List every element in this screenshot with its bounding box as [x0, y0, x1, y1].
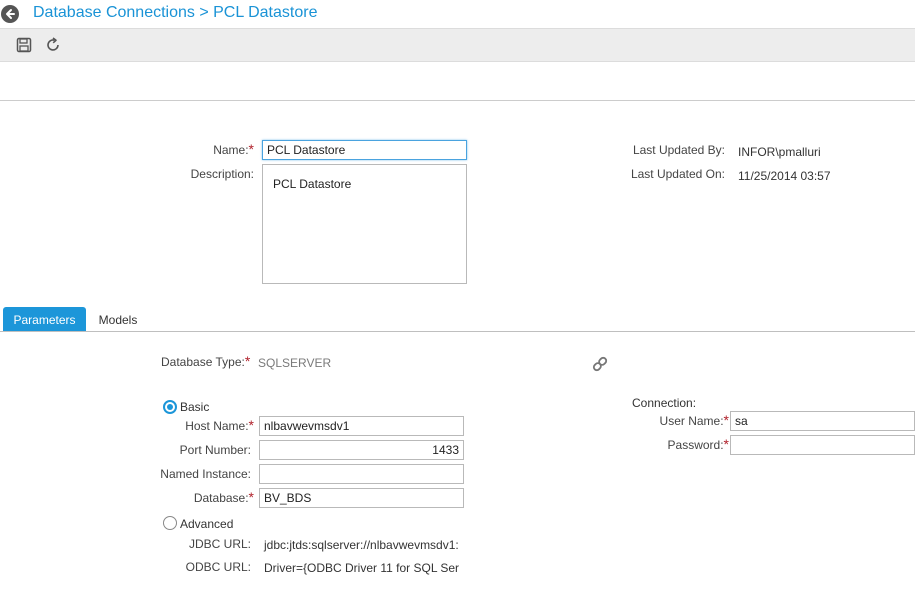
- toolbar: [0, 28, 915, 62]
- name-input[interactable]: PCL Datastore: [262, 140, 467, 160]
- host-name-label-text: Host Name:: [185, 419, 249, 433]
- last-updated-by-value: INFOR\pmalluri: [738, 145, 821, 159]
- database-type-required-marker: *: [244, 353, 251, 369]
- password-label: Password:*: [667, 436, 729, 452]
- tab-models[interactable]: Models: [88, 307, 148, 332]
- password-input[interactable]: [730, 435, 915, 455]
- last-updated-on-label: Last Updated On:: [630, 167, 725, 181]
- last-updated-by-label: Last Updated By:: [632, 143, 725, 157]
- basic-radio-label: Basic: [180, 400, 210, 414]
- back-arrow-icon: [6, 9, 15, 19]
- user-name-input[interactable]: sa: [730, 411, 915, 431]
- name-label-text: Name:: [213, 143, 249, 157]
- password-required-marker: *: [723, 436, 729, 452]
- back-button[interactable]: [1, 5, 19, 23]
- save-icon: [16, 37, 32, 53]
- tab-bar-line: [0, 331, 915, 332]
- tab-parameters[interactable]: Parameters: [3, 307, 86, 332]
- advanced-radio-label: Advanced: [180, 517, 234, 531]
- database-required-marker: *: [248, 489, 254, 505]
- breadcrumb: Database Connections > PCL Datastore: [33, 4, 317, 22]
- database-type-label-text: Database Type:: [161, 355, 245, 369]
- port-number-label: Port Number:: [179, 443, 251, 457]
- advanced-radio[interactable]: [163, 516, 177, 530]
- host-name-input[interactable]: nlbavwevmsdv1: [259, 416, 464, 436]
- user-name-label: User Name:*: [659, 412, 729, 428]
- named-instance-input[interactable]: [259, 464, 464, 484]
- jdbc-url-value: jdbc:jtds:sqlserver://nlbavwevmsdv1:: [264, 538, 459, 552]
- save-button[interactable]: [14, 35, 34, 55]
- user-name-required-marker: *: [723, 412, 729, 428]
- name-required-marker: *: [248, 141, 254, 157]
- refresh-icon: [47, 37, 59, 51]
- odbc-url-value: Driver={ODBC Driver 11 for SQL Ser: [264, 561, 460, 575]
- name-label: Name:*: [213, 141, 254, 157]
- host-name-label: Host Name:*: [185, 417, 254, 433]
- database-type-label: Database Type:*: [161, 353, 251, 369]
- database-label-text: Database:: [193, 491, 249, 505]
- breadcrumb-separator: >: [194, 4, 214, 21]
- breadcrumb-parent-link[interactable]: Database Connections: [33, 4, 195, 21]
- password-label-text: Password:: [667, 438, 724, 452]
- description-label: Description:: [190, 167, 254, 181]
- header-divider: [0, 100, 915, 101]
- port-number-input[interactable]: 1433: [259, 440, 464, 460]
- user-name-label-text: User Name:: [659, 414, 724, 428]
- odbc-url-label: ODBC URL:: [185, 560, 251, 574]
- link-icon: [592, 356, 608, 372]
- link-button[interactable]: [591, 355, 609, 373]
- connection-label: Connection:: [632, 396, 697, 410]
- database-type-value: SQLSERVER: [258, 356, 332, 370]
- description-textarea[interactable]: PCL Datastore: [262, 164, 467, 284]
- database-input[interactable]: BV_BDS: [259, 488, 464, 508]
- basic-radio[interactable]: [163, 400, 177, 414]
- refresh-button[interactable]: [43, 35, 63, 55]
- named-instance-label: Named Instance:: [160, 467, 251, 481]
- breadcrumb-current: PCL Datastore: [213, 4, 318, 21]
- jdbc-url-label: JDBC URL:: [188, 537, 251, 551]
- last-updated-on-value: 11/25/2014 03:57: [738, 169, 831, 183]
- host-name-required-marker: *: [248, 417, 254, 433]
- database-label: Database:*: [193, 489, 254, 505]
